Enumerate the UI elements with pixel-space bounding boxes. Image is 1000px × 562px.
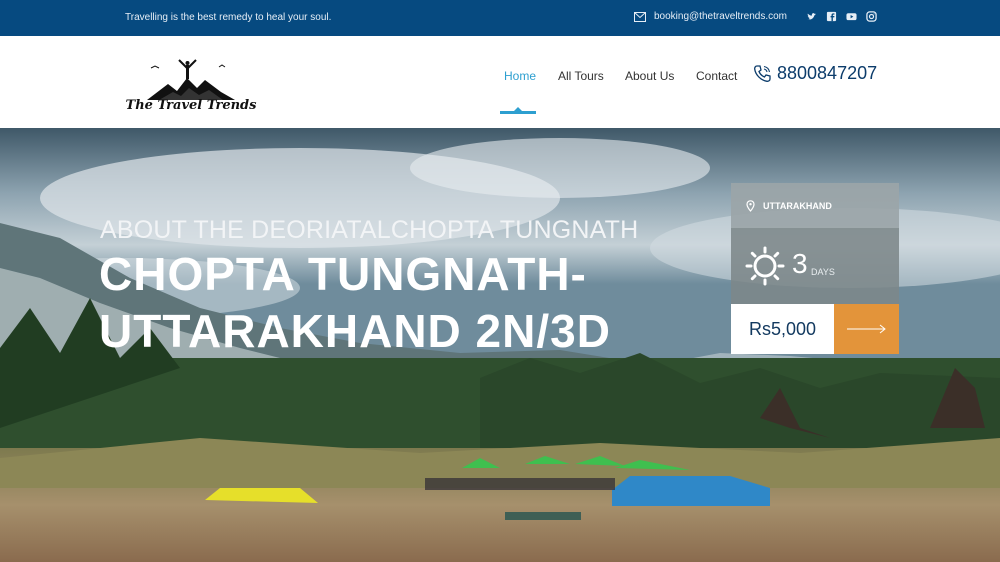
twitter-icon[interactable] [806, 11, 817, 22]
nav-contact[interactable]: Contact [696, 69, 737, 83]
tour-info-card: UTTARAKHAND 3 DAYS Rs5,000 [731, 183, 899, 354]
email-text: booking@thetraveltrends.com [654, 11, 787, 22]
sun-icon [745, 246, 785, 286]
active-nav-indicator [500, 107, 536, 114]
phone-number: 8800847207 [777, 63, 878, 83]
hero-subtitle: ABOUT THE DEORIATALCHOPTA TUNGNATH [100, 216, 639, 244]
facebook-icon[interactable] [826, 11, 837, 22]
envelope-icon [634, 11, 646, 22]
view-tour-button[interactable] [834, 304, 899, 354]
phone-icon [754, 64, 771, 82]
logo-text: The Travel Trends [125, 98, 257, 113]
site-header: The Travel Trends Home All Tours About U… [0, 36, 1000, 128]
card-price-row: Rs5,000 [731, 304, 899, 354]
hero-title: CHOPTA TUNGNATH- UTTARAKHAND 2N/3D [99, 246, 659, 360]
mountain-logo-icon [147, 59, 235, 100]
nav-home[interactable]: Home [504, 69, 536, 83]
days-number: 3 [792, 248, 808, 279]
days-label: DAYS [811, 267, 835, 277]
map-pin-icon [746, 199, 755, 212]
hero-title-line-1: CHOPTA TUNGNATH- [99, 248, 587, 300]
hero-banner: ABOUT THE DEORIATALCHOPTA TUNGNATH CHOPT… [0, 128, 1000, 562]
site-logo[interactable]: The Travel Trends [123, 58, 259, 118]
youtube-icon[interactable] [846, 11, 857, 22]
nav-all-tours[interactable]: All Tours [558, 69, 604, 83]
location-text: UTTARAKHAND [763, 200, 832, 211]
top-bar: Travelling is the best remedy to heal yo… [0, 0, 1000, 36]
arrow-right-icon [846, 324, 886, 334]
tagline: Travelling is the best remedy to heal yo… [125, 12, 332, 23]
phone-link[interactable]: 8800847207 [752, 63, 877, 84]
nav-about-us[interactable]: About Us [625, 69, 674, 83]
social-links [806, 11, 877, 22]
email-link[interactable]: booking@thetraveltrends.com [634, 11, 787, 22]
hero-title-line-2: UTTARAKHAND 2N/3D [99, 305, 611, 357]
tour-price: Rs5,000 [731, 304, 834, 354]
card-location: UTTARAKHAND [731, 183, 899, 228]
card-duration: 3 DAYS [731, 228, 899, 304]
instagram-icon[interactable] [866, 11, 877, 22]
